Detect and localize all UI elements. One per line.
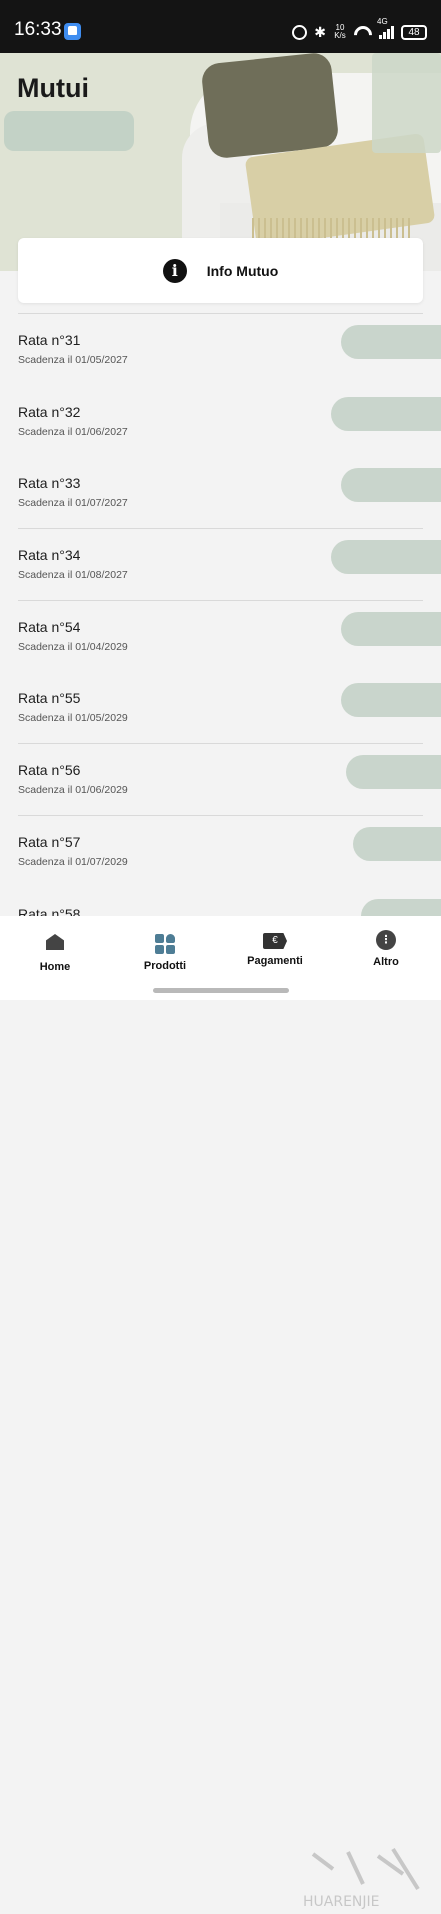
watermark-text: HUARENJIE <box>303 1894 380 1910</box>
nav-products-label: Prodotti <box>143 960 187 972</box>
network-speed-unit: K/s <box>334 31 346 40</box>
home-indicator[interactable] <box>153 988 289 993</box>
divider <box>18 814 423 816</box>
products-icon <box>155 934 175 954</box>
nav-home-label: Home <box>39 961 71 973</box>
network-speed: 10 K/s <box>333 24 347 40</box>
info-icon: i <box>162 258 187 283</box>
installment-due-date: Scadenza il 01/08/2027 <box>18 569 128 582</box>
list-item[interactable]: Rata n°33 Scadenza il 01/07/2027 <box>0 456 441 528</box>
installment-due-date: Scadenza il 01/05/2027 <box>18 354 128 366</box>
pixelated-blur <box>341 611 441 646</box>
pixelated-blur <box>353 826 441 861</box>
pixelated-blur <box>341 683 441 718</box>
installment-due-date: Scadenza il 01/07/2029 <box>18 855 128 868</box>
installment-list: Rata n°31 Scadenza il 01/05/2027 Rata n°… <box>0 313 441 958</box>
payments-icon: € <box>263 933 287 949</box>
installment-title: Rata n°32 <box>18 403 81 420</box>
status-icons: ✱ 10 K/s 4G 48 <box>292 17 427 42</box>
hero-image-pillow <box>200 53 340 160</box>
list-item[interactable]: Rata n°32 Scadenza il 01/06/2027 <box>0 385 441 457</box>
network-type: 4G <box>377 17 388 26</box>
pixelated-blur <box>341 325 441 359</box>
list-item[interactable]: Rata n°56 Scadenza il 01/06/2029 <box>0 743 441 815</box>
alarm-icon <box>292 24 308 40</box>
divider <box>18 599 423 601</box>
installment-due-date: Scadenza il 01/05/2029 <box>18 712 128 725</box>
page-title: Mutui <box>17 73 89 103</box>
nav-more[interactable]: ⋮ Altro <box>341 930 431 968</box>
nav-more-label: Altro <box>373 956 399 968</box>
divider <box>18 743 423 745</box>
installment-due-date: Scadenza il 01/06/2027 <box>18 425 128 438</box>
nav-payments-label: Pagamenti <box>247 955 303 967</box>
more-icon: ⋮ <box>376 930 396 950</box>
installment-due-date: Scadenza il 01/04/2029 <box>18 640 128 653</box>
list-item[interactable]: Rata n°34 Scadenza il 01/08/2027 <box>0 528 441 600</box>
pixelated-blur <box>341 468 441 503</box>
pixelated-blur <box>4 111 134 151</box>
list-item[interactable]: Rata n°31 Scadenza il 01/05/2027 <box>0 313 441 385</box>
nav-products[interactable]: Prodotti <box>120 930 210 972</box>
installment-title: Rata n°31 <box>18 332 81 348</box>
installment-title: Rata n°54 <box>18 618 81 635</box>
installment-title: Rata n°55 <box>18 690 81 707</box>
installment-due-date: Scadenza il 01/06/2029 <box>18 784 128 797</box>
watermark-logo: HUARENJIE <box>303 1847 420 1910</box>
nav-home[interactable]: Home <box>10 930 100 973</box>
pixelated-blur <box>331 540 441 575</box>
status-time: 16:33 <box>14 19 62 40</box>
installment-title: Rata n°56 <box>18 762 81 779</box>
bluetooth-icon: ✱ <box>314 23 326 40</box>
signal-icon: 4G <box>377 17 394 39</box>
list-item[interactable]: Rata n°57 Scadenza il 01/07/2029 <box>0 814 441 887</box>
wifi-icon <box>354 25 372 39</box>
pixelated-blur <box>331 396 441 431</box>
installment-title: Rata n°57 <box>18 833 81 850</box>
installment-due-date: Scadenza il 01/07/2027 <box>18 497 128 510</box>
divider <box>18 528 423 530</box>
list-item[interactable]: Rata n°55 Scadenza il 01/05/2029 <box>0 671 441 743</box>
info-mutuo-label: Info Mutuo <box>206 262 279 279</box>
list-item[interactable]: Rata n°54 Scadenza il 01/04/2029 <box>0 599 441 672</box>
pixelated-blur <box>372 53 441 153</box>
pixelated-blur <box>346 755 441 790</box>
home-icon <box>46 934 64 950</box>
installment-title: Rata n°34 <box>18 547 81 564</box>
info-mutuo-button[interactable]: i Info Mutuo <box>18 238 423 303</box>
divider <box>18 313 423 314</box>
status-bar: 16:33 ✱ 10 K/s 4G 48 <box>0 0 441 53</box>
nav-payments[interactable]: € Pagamenti <box>230 930 320 967</box>
installment-title: Rata n°33 <box>18 475 81 492</box>
battery-indicator: 48 <box>401 24 427 40</box>
app-notification-icon <box>64 23 81 40</box>
